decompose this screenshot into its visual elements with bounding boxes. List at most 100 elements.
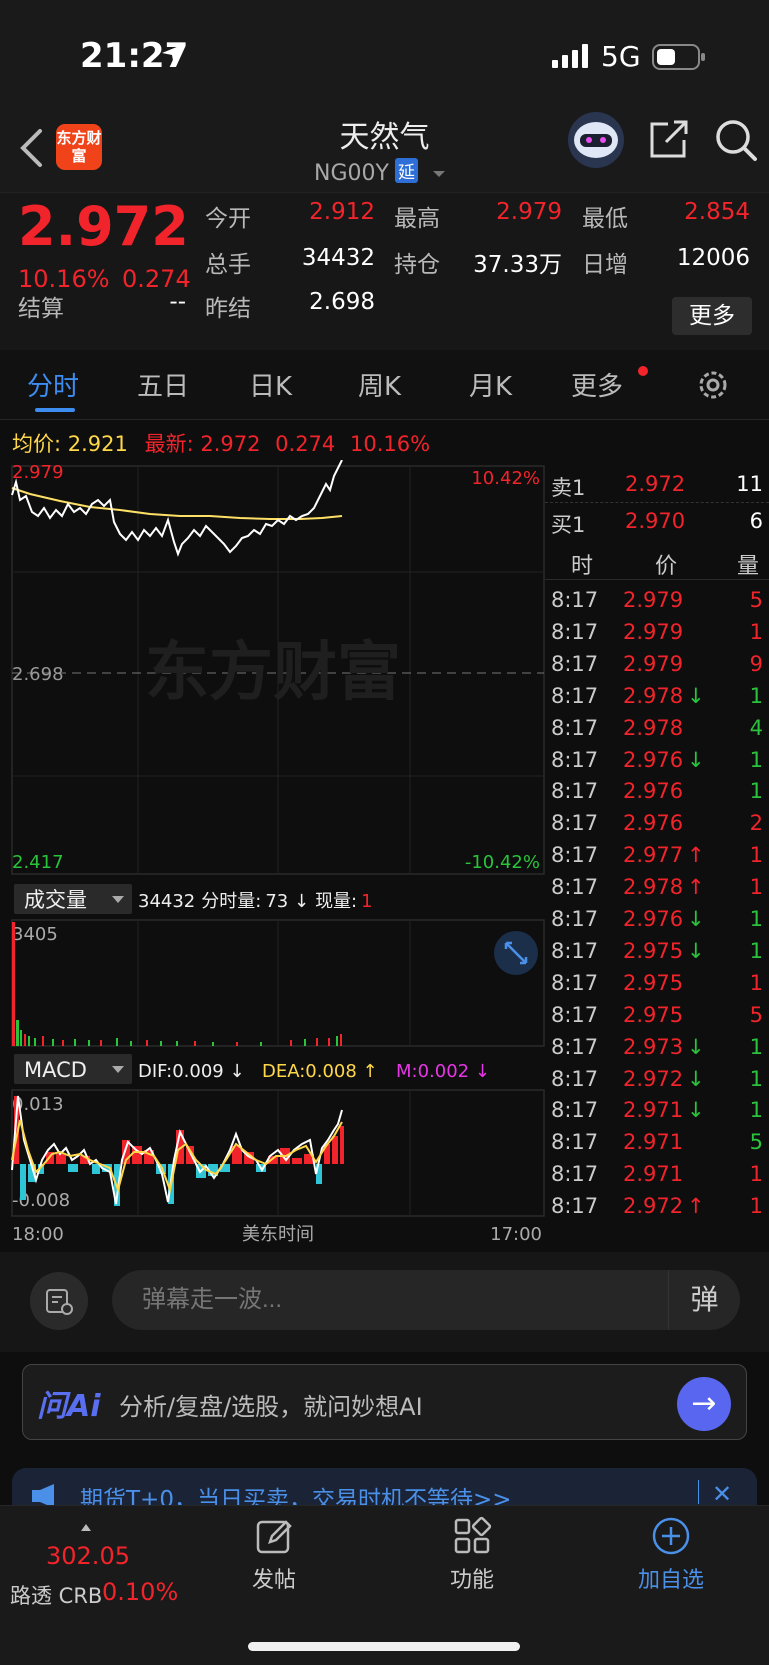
ask-price: 2.972	[625, 472, 686, 496]
tick-row: 8:17 2.975 5	[545, 999, 769, 1033]
tick-row: 8:17 2.973 ↓ 1	[545, 1031, 769, 1065]
tick-row: 8:17 2.975 1	[545, 967, 769, 1001]
tick-qty: 9	[749, 651, 763, 676]
tick-price: 2.976	[623, 779, 684, 804]
tick-direction-arrow: ↓	[687, 1034, 705, 1059]
volume-bars	[12, 922, 342, 1046]
ad-divider	[698, 1480, 699, 1504]
edit-icon	[256, 1520, 292, 1554]
tick-time: 8:17	[551, 938, 599, 963]
intraday-chart[interactable]: 东方财富 2.979 2.698 2.417 10.42% -10.42% 成交…	[0, 460, 545, 1245]
macd-m: M:0.002 ↓	[396, 1061, 490, 1082]
tick-time: 8:17	[551, 619, 599, 644]
tick-row: 8:17 2.977 ↑ 1	[545, 839, 769, 873]
tab-weekly-k[interactable]: 周K	[358, 366, 401, 403]
contract-selector[interactable]: NG00Y 延	[314, 158, 447, 186]
tick-qty: 1	[749, 907, 763, 931]
time-axis-start: 18:00	[12, 1224, 64, 1245]
price-axis-high: 2.979	[12, 462, 64, 483]
settings-gear-icon[interactable]	[696, 368, 730, 402]
ask-row: 卖1 2.972 11	[545, 466, 769, 500]
dropdown-icon	[432, 171, 445, 177]
tick-qty: 1	[749, 619, 763, 644]
tab-monthly-k[interactable]: 月K	[469, 366, 512, 403]
high-label: 最高	[394, 206, 440, 232]
danmu-toggle-button[interactable]: 弹	[668, 1270, 740, 1330]
tab-intraday[interactable]: 分时	[27, 366, 79, 403]
low-label: 最低	[582, 206, 628, 232]
tab-five-day[interactable]: 五日	[137, 366, 189, 403]
more-quote-button[interactable]: 更多	[672, 297, 752, 335]
tick-time: 8:17	[551, 1098, 599, 1123]
tick-time: 8:17	[551, 715, 599, 740]
open-interest-label: 持仓	[394, 252, 440, 278]
search-icon[interactable]	[714, 118, 758, 162]
tick-direction-arrow: ↓	[687, 1066, 705, 1091]
tick-qty: 1	[749, 875, 763, 900]
macd-dea: DEA:0.008 ↑	[262, 1061, 378, 1082]
functions-button[interactable]: 功能	[432, 1516, 512, 1594]
tick-price: 2.979	[623, 651, 684, 676]
tick-row: 8:17 2.971 ↓ 1	[545, 1094, 769, 1128]
latest-percent: 10.16%	[349, 432, 431, 456]
tick-qty: 1	[749, 843, 763, 868]
share-icon[interactable]	[648, 118, 690, 160]
settle-value: --	[169, 289, 186, 315]
tick-qty: 1	[749, 779, 763, 804]
tick-row: 8:17 2.979 9	[545, 648, 769, 682]
tick-time: 8:17	[551, 1066, 599, 1091]
tick-row: 8:17 2.978 ↑ 1	[545, 871, 769, 905]
latest-label: 最新:	[144, 432, 194, 456]
prev-settle-value: 2.698	[309, 289, 375, 315]
tick-time: 8:17	[551, 1130, 599, 1155]
tick-price: 2.979	[623, 619, 684, 644]
last-price: 2.972	[18, 195, 189, 258]
note-button[interactable]	[30, 1272, 88, 1330]
danmu-input[interactable]	[112, 1270, 740, 1330]
tab-more[interactable]: 更多	[571, 366, 623, 403]
add-circle-icon	[652, 1517, 690, 1555]
tick-row: 8:17 2.979 1	[545, 616, 769, 650]
danmu-toggle-label: 弹	[690, 1283, 719, 1316]
tick-price: 2.971	[623, 1098, 684, 1123]
tick-direction-arrow: ↑	[687, 843, 705, 868]
open-interest-value: 37.33万	[473, 252, 562, 278]
crb-label: 路透 CRB	[10, 1584, 103, 1608]
avg-price-value: 2.921	[67, 432, 128, 456]
tab-daily-k[interactable]: 日K	[249, 366, 292, 403]
tick-row: 8:17 2.976 2	[545, 807, 769, 841]
tick-time: 8:17	[551, 1002, 599, 1027]
signal-icon	[552, 44, 588, 68]
volume-info: 34432 分时量: 73 ↓ 现量: 1	[138, 891, 373, 912]
ad-banner[interactable]: 期货T+0，当日买卖，交易时机不等待>> ✕	[12, 1468, 757, 1508]
tick-price: 2.976	[623, 811, 684, 836]
tick-direction-arrow: ↓	[687, 747, 705, 772]
post-button[interactable]: 发帖	[234, 1516, 314, 1594]
tick-qty: 1	[749, 1034, 763, 1059]
ai-prompt-text: 分析/复盘/选股，就问妙想AI	[119, 1393, 423, 1421]
ad-text: 期货T+0，当日买卖，交易时机不等待>>	[80, 1487, 512, 1508]
tick-direction-arrow: ↓	[687, 683, 705, 708]
tick-time: 8:17	[551, 588, 599, 612]
add-watchlist-button[interactable]: 加自选	[626, 1516, 716, 1594]
tick-row: 8:17 2.972 ↑ 1	[545, 1190, 769, 1224]
tick-time: 8:17	[551, 970, 599, 995]
ad-close-icon[interactable]: ✕	[712, 1480, 732, 1508]
bid-price: 2.970	[625, 509, 686, 533]
ai-assistant-bar[interactable]: 问Ai 分析/复盘/选股，就问妙想AI →	[22, 1364, 747, 1440]
ai-go-button[interactable]: →	[677, 1377, 731, 1431]
chart-watermark: 东方财富	[145, 636, 401, 710]
tick-direction-arrow: ↓	[687, 1098, 705, 1123]
nav-header: 东方财富 天然气 NG00Y 延	[0, 110, 769, 192]
add-watchlist-label: 加自选	[637, 1568, 704, 1593]
tick-panel: 卖1 2.972 11 买1 2.970 6 时 价 量 8:17 2.979 5 8…	[545, 466, 769, 1251]
low-value: 2.854	[684, 199, 750, 225]
robot-avatar-icon[interactable]	[566, 110, 626, 170]
tick-price: 2.973	[623, 1034, 684, 1059]
tick-time: 8:17	[551, 651, 599, 676]
tick-time: 8:17	[551, 779, 599, 804]
tick-price: 2.972	[623, 1066, 684, 1091]
volume-selector-label: 成交量	[24, 888, 87, 912]
functions-label: 功能	[449, 1568, 494, 1593]
tick-row: 8:17 2.972 ↓ 1	[545, 1063, 769, 1097]
